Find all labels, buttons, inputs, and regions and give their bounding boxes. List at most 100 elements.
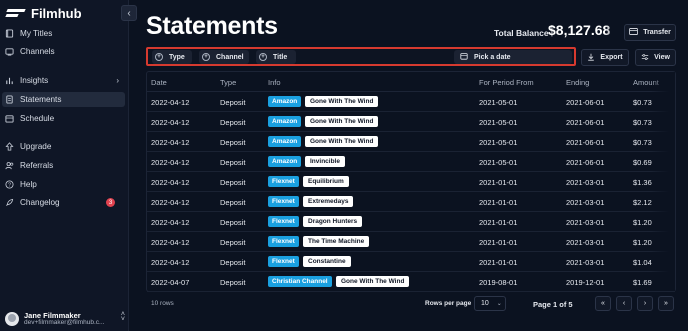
column-header-type[interactable]: Type: [220, 78, 236, 87]
calendar-icon: [5, 114, 14, 123]
ending-cell: 2021-06-01: [566, 158, 605, 167]
card-icon: [629, 28, 639, 37]
period-from-cell: 2021-01-01: [479, 178, 518, 187]
date-cell: 2022-04-07: [151, 278, 190, 287]
view-label: View: [654, 54, 670, 61]
title-badge: Gone With The Wind: [305, 116, 379, 127]
table-row[interactable]: 2022-04-12 Deposit Amazon Gone With The Win…: [147, 112, 675, 132]
ending-cell: 2021-03-01: [566, 258, 605, 267]
column-header-period-from[interactable]: For Period From: [479, 78, 534, 87]
next-page-button[interactable]: ›: [637, 296, 653, 311]
sidebar-item-channels[interactable]: Channels: [2, 44, 125, 59]
period-from-cell: 2021-05-01: [479, 118, 518, 127]
help-icon: ?: [5, 180, 14, 189]
sidebar-item-changelog[interactable]: Changelog 3: [2, 195, 125, 210]
ending-cell: 2021-06-01: [566, 98, 605, 107]
date-cell: 2022-04-12: [151, 158, 190, 167]
sidebar-item-label: My Titles: [20, 29, 53, 38]
table-row[interactable]: 2022-04-12 Deposit Flexnet The Time Machine…: [147, 232, 675, 252]
column-header-ending[interactable]: Ending: [566, 78, 589, 87]
ending-cell: 2021-03-01: [566, 198, 605, 207]
table-row[interactable]: 2022-04-12 Deposit Amazon Invincible 2021-05…: [147, 152, 675, 172]
export-button[interactable]: Export: [581, 49, 629, 66]
title-badge: Extremedays: [303, 196, 354, 207]
type-cell: Deposit: [220, 98, 246, 107]
sidebar-item-label: Help: [20, 180, 37, 189]
filmhub-logo[interactable]: Filmhub: [5, 5, 82, 21]
amount-cell: $1.04: [633, 258, 652, 267]
amount-cell: $1.36: [633, 178, 652, 187]
rocket-icon: [5, 198, 14, 207]
sidebar-item-help[interactable]: ? Help: [2, 177, 125, 192]
avatar: [5, 312, 19, 326]
date-cell: 2022-04-12: [151, 138, 190, 147]
title-badge: Gone With The Wind: [305, 96, 379, 107]
first-page-button[interactable]: «: [595, 296, 611, 311]
rows-per-page-label: Rows per page: [425, 300, 472, 307]
amount-cell: $0.73: [633, 98, 652, 107]
rows-count: 10 rows: [151, 300, 174, 307]
date-picker-button[interactable]: Pick a date: [454, 50, 572, 64]
title-badge: The Time Machine: [303, 236, 370, 247]
sidebar-item-upgrade[interactable]: Upgrade: [2, 139, 125, 154]
date-cell: 2022-04-12: [151, 98, 190, 107]
date-cell: 2022-04-12: [151, 218, 190, 227]
ending-cell: 2021-03-01: [566, 178, 605, 187]
sidebar-item-label: Referrals: [20, 161, 54, 170]
table-row[interactable]: 2022-04-12 Deposit Amazon Gone With The Win…: [147, 92, 675, 112]
chevron-left-icon: ‹: [622, 300, 626, 307]
type-cell: Deposit: [220, 238, 246, 247]
amount-cell: $1.20: [633, 238, 652, 247]
table-row[interactable]: 2022-04-12 Deposit Flexnet Extremedays 2021-…: [147, 192, 675, 212]
rows-per-page-select[interactable]: 10 ⌄: [474, 296, 506, 311]
user-menu[interactable]: Jane Filmmaker dev+filmmaker@filmhub.c..…: [5, 310, 125, 328]
type-filter-button[interactable]: + Type: [152, 50, 192, 64]
title-badge: Dragon Hunters: [303, 216, 363, 227]
previous-page-button[interactable]: ‹: [616, 296, 632, 311]
amount-cell: $0.73: [633, 138, 652, 147]
app-name: Filmhub: [31, 5, 82, 21]
table-row[interactable]: 2022-04-07 Deposit Christian Channel Gone W…: [147, 272, 675, 292]
table-row[interactable]: 2022-04-12 Deposit Flexnet Equilibrium 2021-…: [147, 172, 675, 192]
document-icon: [5, 95, 14, 104]
page-title: Statements: [146, 12, 278, 40]
sidebar-item-my-titles[interactable]: My Titles: [2, 26, 125, 41]
collapse-sidebar-button[interactable]: ‹: [121, 5, 137, 21]
amount-cell: $2.12: [633, 198, 652, 207]
download-icon: [587, 53, 595, 63]
sidebar-item-label: Schedule: [20, 114, 55, 123]
amount-cell: $1.20: [633, 218, 652, 227]
amount-cell: $0.69: [633, 158, 652, 167]
column-header-date[interactable]: Date: [151, 78, 167, 87]
channel-filter-button[interactable]: + Channel: [199, 50, 249, 64]
calendar-icon: [460, 52, 468, 62]
sidebar-item-label: Statements: [20, 95, 62, 104]
sidebar-item-insights[interactable]: Insights ›: [2, 73, 125, 88]
transfer-button[interactable]: Transfer: [624, 24, 676, 41]
page-indicator: Page 1 of 5: [533, 300, 573, 309]
column-header-info[interactable]: Info: [268, 78, 281, 87]
channel-badge: Amazon: [268, 96, 302, 107]
period-from-cell: 2021-01-01: [479, 238, 518, 247]
ending-cell: 2019-12-01: [566, 278, 605, 287]
view-button[interactable]: View: [635, 49, 676, 66]
table-row[interactable]: 2022-04-12 Deposit Amazon Gone With The Win…: [147, 132, 675, 152]
table-row[interactable]: 2022-04-12 Deposit Flexnet Constantine 2021-…: [147, 252, 675, 272]
channel-badge: Flexnet: [268, 236, 299, 247]
date-picker-label: Pick a date: [474, 53, 511, 61]
chevron-up-down-icon: ˄ ˅: [120, 311, 125, 323]
amount-cell: $1.69: [633, 278, 652, 287]
svg-text:?: ?: [8, 182, 11, 188]
sidebar-item-statements[interactable]: Statements: [2, 92, 125, 107]
title-badge: Gone With The Wind: [305, 136, 379, 147]
last-page-button[interactable]: »: [658, 296, 674, 311]
table-row[interactable]: 2022-04-12 Deposit Flexnet Dragon Hunters 20…: [147, 212, 675, 232]
title-filter-button[interactable]: + Title: [256, 50, 296, 64]
type-cell: Deposit: [220, 118, 246, 127]
type-filter-label: Type: [169, 53, 185, 61]
sidebar-item-referrals[interactable]: Referrals: [2, 158, 125, 173]
rows-per-page-value: 10: [481, 300, 489, 307]
title-badge: Invincible: [305, 156, 345, 167]
sidebar-item-schedule[interactable]: Schedule: [2, 111, 125, 126]
filter-bar: + Type + Channel + Title Pick a date: [146, 47, 576, 66]
